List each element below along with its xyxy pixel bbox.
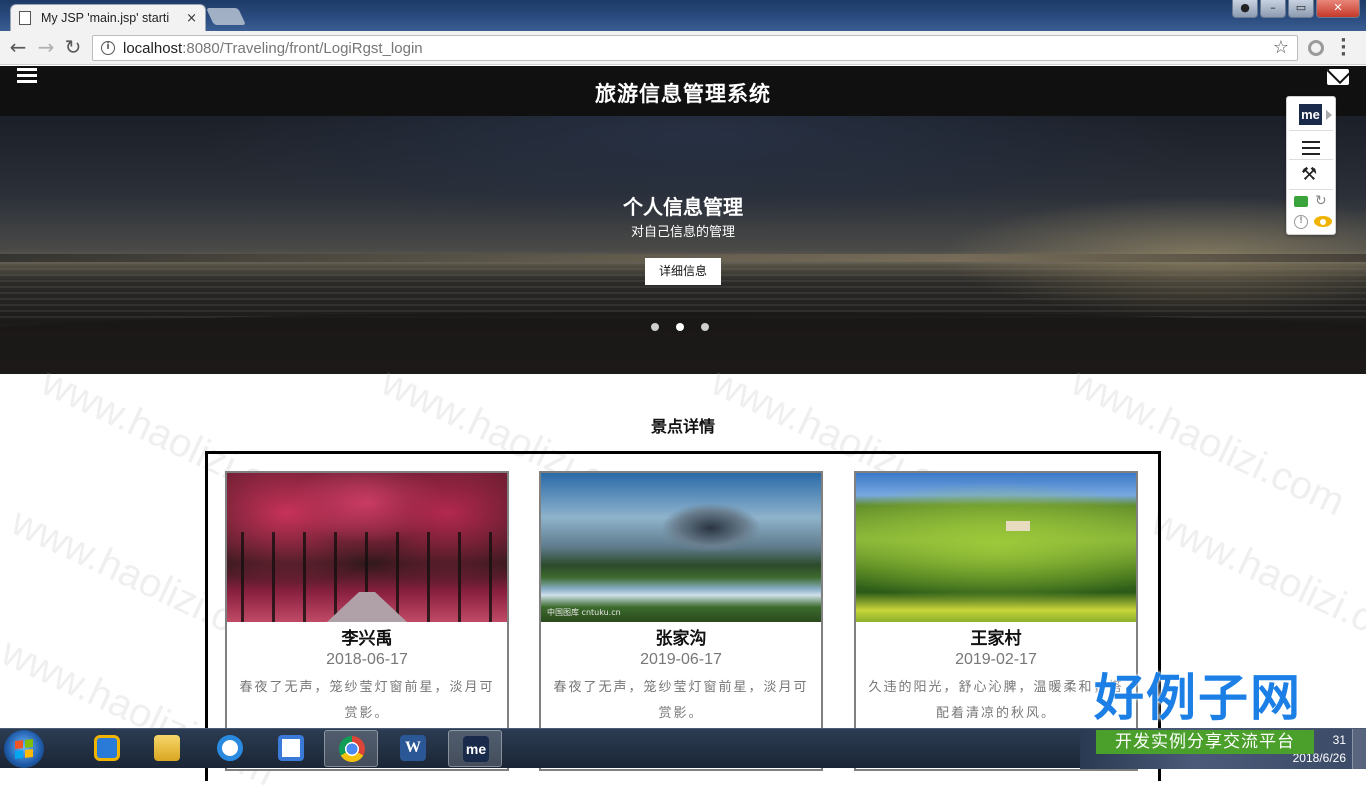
document-icon xyxy=(19,11,31,25)
tab-title: My JSP 'main.jsp' starti xyxy=(40,11,170,25)
extension-panel: me ⚒ ↻ ! xyxy=(1286,96,1336,235)
taskbar-me[interactable]: me xyxy=(448,730,502,767)
new-tab-button[interactable] xyxy=(206,8,246,25)
details-button[interactable]: 详细信息 xyxy=(645,258,721,285)
image-watermark: 中国图库 cntuku.cn xyxy=(547,608,621,617)
url-text[interactable]: localhost:8080/Traveling/front/LogiRgst_… xyxy=(123,40,423,57)
browser-titlebar: My JSP 'main.jsp' starti × ● – ▭ ✕ xyxy=(0,0,1366,31)
cast-icon[interactable] xyxy=(1294,196,1308,207)
attraction-name[interactable]: 李兴禹 xyxy=(227,624,507,649)
maximize-button[interactable]: ▭ xyxy=(1288,0,1314,18)
attraction-description: 春夜了无声，笼纱莹灯窗前星，淡月可赏影。 xyxy=(239,680,495,721)
hero-title: 个人信息管理 xyxy=(623,195,743,219)
start-button[interactable] xyxy=(4,730,44,768)
bookmark-star-icon[interactable]: ☆ xyxy=(1273,37,1289,58)
taskbar-app[interactable] xyxy=(80,730,134,767)
windows-logo-icon xyxy=(15,739,33,759)
window-controls: ● – ▭ ✕ xyxy=(1232,0,1360,18)
mail-icon[interactable] xyxy=(1327,69,1349,85)
word-icon: W xyxy=(400,735,426,761)
extension-circle-icon[interactable] xyxy=(1308,40,1324,56)
tab-close-icon[interactable]: × xyxy=(186,11,197,26)
divider xyxy=(1289,159,1333,160)
minimize-button[interactable]: – xyxy=(1260,0,1286,18)
address-bar[interactable]: i localhost:8080/Traveling/front/LogiRgs… xyxy=(92,35,1298,61)
taskbar-explorer[interactable] xyxy=(140,730,194,767)
user-icon[interactable]: ● xyxy=(1232,0,1258,18)
browser-menu-icon[interactable]: · · · xyxy=(1340,32,1347,64)
refresh-icon[interactable]: ↻ xyxy=(1315,193,1327,209)
divider xyxy=(1289,130,1333,131)
site-title: 旅游信息管理系统 xyxy=(595,82,771,106)
show-desktop-button[interactable] xyxy=(1352,729,1366,769)
site-brand-watermark: 好例子网 开发实例分享交流平台 xyxy=(1094,668,1324,760)
forward-icon[interactable]: → xyxy=(34,36,58,60)
brand-title: 好例子网 xyxy=(1094,669,1302,727)
carousel-indicators xyxy=(651,323,709,331)
magic-wand-icon[interactable]: ⚒ xyxy=(1301,164,1317,185)
me-app-icon: me xyxy=(463,736,489,762)
close-window-button[interactable]: ✕ xyxy=(1316,0,1360,18)
taskbar-word[interactable]: W xyxy=(386,730,440,767)
reload-icon[interactable]: ↻ xyxy=(61,36,85,60)
browser-toolbar: ← → ↻ i localhost:8080/Traveling/front/L… xyxy=(0,31,1366,65)
menu-icon[interactable] xyxy=(1302,141,1320,159)
carousel-dot[interactable] xyxy=(676,323,684,331)
hero-beach xyxy=(0,312,1366,374)
app-icon xyxy=(217,735,243,761)
attraction-image[interactable] xyxy=(856,473,1136,622)
hero-subtitle: 对自己信息的管理 xyxy=(630,225,735,240)
brand-subtitle: 开发实例分享交流平台 xyxy=(1096,730,1314,754)
attraction-name[interactable]: 张家沟 xyxy=(541,624,821,649)
folder-icon xyxy=(154,735,180,761)
divider xyxy=(1289,189,1333,190)
app-icon xyxy=(94,735,120,761)
carousel-dot[interactable] xyxy=(701,323,709,331)
chrome-icon xyxy=(339,736,365,762)
eye-icon[interactable] xyxy=(1314,216,1332,227)
taskbar-app[interactable] xyxy=(203,730,257,767)
attraction-card[interactable]: 李兴禹 2018-06-17 春夜了无声，笼纱莹灯窗前星，淡月可赏影。 xyxy=(225,471,509,771)
taskbar-app[interactable] xyxy=(264,730,318,767)
attraction-date: 2019-06-17 xyxy=(640,651,722,668)
attraction-date: 2018-06-17 xyxy=(326,651,408,668)
watermark: www.haolizi.com xyxy=(1144,499,1366,665)
taskbar-chrome[interactable] xyxy=(324,730,378,767)
warning-icon[interactable]: ! xyxy=(1294,215,1308,229)
attraction-date: 2019-02-17 xyxy=(955,651,1037,668)
info-icon[interactable]: i xyxy=(101,41,115,55)
attraction-image[interactable]: 中国图库 cntuku.cn xyxy=(541,473,821,622)
cloud-drive-icon xyxy=(278,735,304,761)
hero-carousel: 个人信息管理 对自己信息的管理 详细信息 xyxy=(0,116,1366,374)
section-title: 景点详情 xyxy=(650,417,715,436)
browser-tab[interactable]: My JSP 'main.jsp' starti × xyxy=(10,4,206,31)
carousel-dot[interactable] xyxy=(651,323,659,331)
attraction-image[interactable] xyxy=(227,473,507,622)
me-logo-icon[interactable]: me xyxy=(1299,104,1322,125)
attraction-card[interactable]: 中国图库 cntuku.cn 张家沟 2019-06-17 春夜了无声，笼纱莹灯… xyxy=(539,471,823,771)
attraction-name[interactable]: 王家村 xyxy=(856,624,1136,649)
back-icon[interactable]: ← xyxy=(6,36,30,60)
expand-arrow-icon[interactable] xyxy=(1326,110,1332,120)
attraction-description: 春夜了无声，笼纱莹灯窗前星，淡月可赏影。 xyxy=(553,680,809,721)
site-header: 旅游信息管理系统 xyxy=(0,66,1366,116)
